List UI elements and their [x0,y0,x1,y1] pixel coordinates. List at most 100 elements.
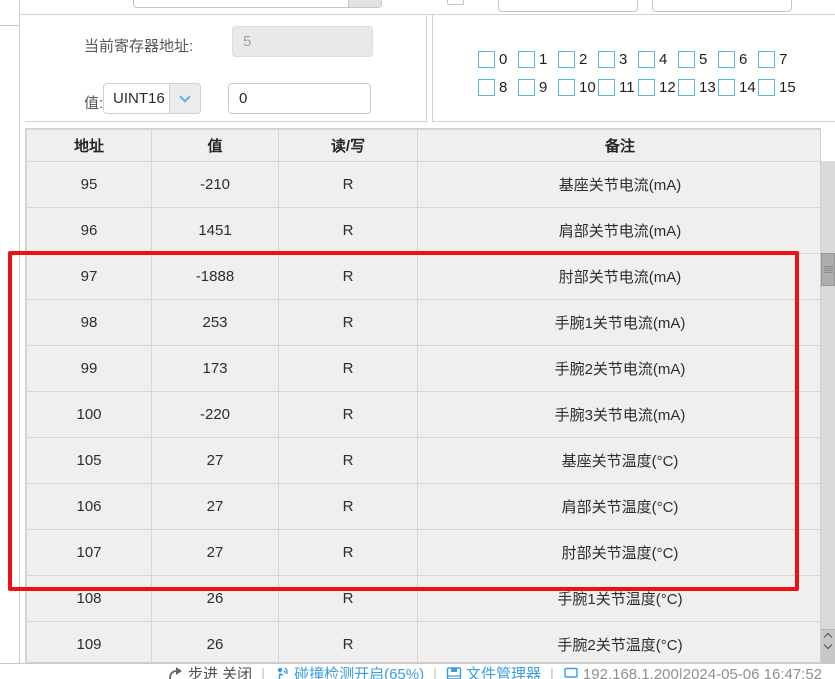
bit-label: 14 [739,79,756,96]
value-type-select[interactable]: UINT16 [103,83,201,114]
truncated-widget-fragment [447,0,464,5]
checkbox[interactable] [478,79,495,96]
bit-checkbox-item-4[interactable]: 4 [638,51,678,68]
table-row[interactable]: 10826R手腕1关节温度(°C) [27,576,822,622]
value-input[interactable]: 0 [228,83,371,114]
checkbox[interactable] [478,51,495,68]
cell-rw: R [279,254,418,300]
table-row[interactable]: 100-220R手腕3关节电流(mA) [27,392,822,438]
left-panel-divider [19,0,20,663]
cell-value: -210 [152,162,279,208]
bit-checkbox-item-14[interactable]: 14 [718,79,758,96]
table-row[interactable]: 10627R肩部关节温度(°C) [27,484,822,530]
collision-detect-status[interactable]: 碰撞检测开启(65%) [274,666,424,679]
cell-addr: 99 [27,346,152,392]
table-row[interactable]: 99173R手腕2关节电流(mA) [27,346,822,392]
bit-label: 2 [579,51,587,68]
header-address: 地址 [27,130,152,162]
bit-label: 10 [579,79,596,96]
checkbox[interactable] [758,79,775,96]
bit-label: 6 [739,51,747,68]
bit-label: 7 [779,51,787,68]
chevron-down-icon[interactable] [169,84,200,113]
truncated-top-input-button[interactable] [348,0,381,7]
bit-checkbox-item-0[interactable]: 0 [478,51,518,68]
checkbox[interactable] [718,51,735,68]
cell-note: 基座关节温度(°C) [418,438,822,484]
checkbox[interactable] [598,51,615,68]
cell-rw: R [279,392,418,438]
bit-checkbox-item-6[interactable]: 6 [718,51,758,68]
bit-label: 8 [499,79,507,96]
cell-value: -220 [152,392,279,438]
checkbox[interactable] [598,79,615,96]
cell-rw: R [279,346,418,392]
cell-value: 1451 [152,208,279,254]
checkbox[interactable] [678,79,695,96]
checkbox[interactable] [638,51,655,68]
table-row[interactable]: 10527R基座关节温度(°C) [27,438,822,484]
vertical-scrollbar[interactable] [821,161,835,663]
cell-note: 肘部关节温度(°C) [418,530,822,576]
bit-checkbox-item-9[interactable]: 9 [518,79,558,96]
cell-addr: 109 [27,622,152,664]
file-manager-icon [446,666,462,679]
bit-checkbox-item-11[interactable]: 11 [598,79,638,96]
checkbox[interactable] [558,79,575,96]
scrollbar-buttons[interactable] [821,629,835,663]
collision-detect-icon [274,666,290,679]
cell-value: 253 [152,300,279,346]
table-row[interactable]: 10727R肘部关节温度(°C) [27,530,822,576]
bit-checkbox-item-3[interactable]: 3 [598,51,638,68]
value-type-selected-option: UINT16 [113,84,165,113]
checkbox[interactable] [758,51,775,68]
cell-rw: R [279,208,418,254]
cell-rw: R [279,622,418,664]
bit-row-8-15: 89101112131415 [478,79,798,96]
cell-rw: R [279,576,418,622]
cell-rw: R [279,300,418,346]
table-row[interactable]: 95-210R基座关节电流(mA) [27,162,822,208]
bit-label: 1 [539,51,547,68]
bit-checkbox-item-12[interactable]: 12 [638,79,678,96]
bit-checkbox-item-10[interactable]: 10 [558,79,598,96]
truncated-top-input[interactable] [133,0,382,8]
header-read-write: 读/写 [279,130,418,162]
cell-note: 手腕2关节温度(°C) [418,622,822,664]
bit-checkbox-item-8[interactable]: 8 [478,79,518,96]
checkbox[interactable] [678,51,695,68]
file-manager-button[interactable]: 文件管理器 [446,666,541,679]
checkbox[interactable] [638,79,655,96]
bit-checkbox-item-2[interactable]: 2 [558,51,598,68]
cell-addr: 106 [27,484,152,530]
truncated-top-input-3[interactable] [652,0,792,12]
checkbox[interactable] [518,51,535,68]
checkbox[interactable] [518,79,535,96]
bit-label: 12 [659,79,676,96]
bit-label: 11 [619,79,635,96]
bit-checkbox-item-1[interactable]: 1 [518,51,558,68]
table-row[interactable]: 97-1888R肘部关节电流(mA) [27,254,822,300]
table-row[interactable]: 10926R手腕2关节温度(°C) [27,622,822,664]
step-mode-status[interactable]: 步进 关闭 [168,666,252,679]
status-separator: | [433,666,437,679]
table-row[interactable]: 98253R手腕1关节电流(mA) [27,300,822,346]
network-time-status: 192.168.1.200|2024-05-06 16:47:52 [563,666,822,679]
cell-rw: R [279,162,418,208]
cell-addr: 95 [27,162,152,208]
checkbox[interactable] [718,79,735,96]
bit-checkbox-item-7[interactable]: 7 [758,51,798,68]
bit-selector-panel: 01234567 89101112131415 [432,14,835,122]
current-register-address-label: 当前寄存器地址: [84,35,193,56]
scrollbar-thumb[interactable] [821,253,835,286]
bit-checkbox-item-13[interactable]: 13 [678,79,718,96]
checkbox[interactable] [558,51,575,68]
bit-checkbox-item-15[interactable]: 15 [758,79,798,96]
truncated-top-input-2[interactable] [498,0,638,12]
chevron-down-icon[interactable] [824,641,832,649]
bit-checkbox-item-5[interactable]: 5 [678,51,718,68]
cell-addr: 107 [27,530,152,576]
cell-note: 手腕2关节电流(mA) [418,346,822,392]
table-row[interactable]: 961451R肩部关节电流(mA) [27,208,822,254]
cell-value: 173 [152,346,279,392]
